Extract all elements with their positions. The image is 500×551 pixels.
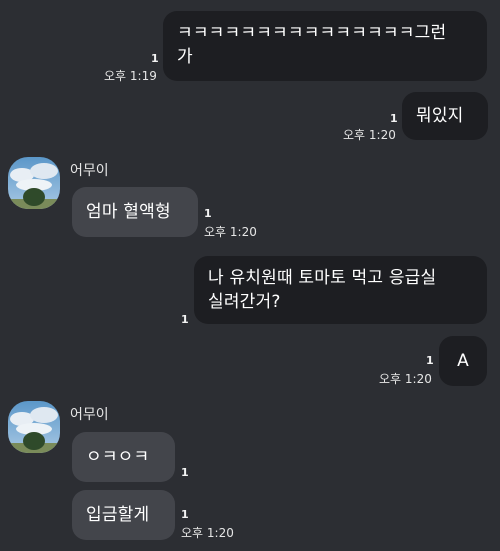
message-text: 가 — [177, 47, 193, 67]
message-time: 오후 1:20 — [379, 372, 432, 386]
message-time: 오후 1:19 — [104, 69, 157, 83]
avatar[interactable] — [8, 157, 60, 209]
unread-count: 1 — [426, 354, 434, 367]
unread-count: 1 — [390, 112, 398, 125]
message-text: 엄마 혈액형 — [86, 202, 171, 222]
unread-count: 1 — [181, 508, 189, 521]
unread-count: 1 — [181, 313, 189, 326]
message-time: 오후 1:20 — [181, 526, 234, 540]
message-bubble-sent[interactable]: A — [439, 336, 487, 386]
avatar-photo-icon — [8, 401, 60, 453]
message-time: 오후 1:20 — [204, 225, 257, 239]
message-text: 입금할게 — [86, 505, 150, 525]
sender-name: 어무이 — [70, 163, 109, 179]
message-text: ㅇㅋㅇㅋ — [86, 447, 150, 467]
message-time: 오후 1:20 — [343, 128, 396, 142]
message-text: 실려간거? — [208, 292, 281, 312]
message-text: A — [457, 351, 469, 371]
message-bubble-received[interactable]: 엄마 혈액형 — [72, 187, 198, 237]
unread-count: 1 — [181, 466, 189, 479]
message-bubble-sent[interactable]: 나 유치원때 토마토 먹고 응급실 실려간거? — [194, 256, 487, 324]
message-text: 나 유치원때 토마토 먹고 응급실 — [208, 268, 437, 288]
message-bubble-sent[interactable]: 뭐있지 — [402, 92, 488, 140]
avatar-photo-icon — [8, 157, 60, 209]
unread-count: 1 — [151, 52, 159, 65]
message-bubble-received[interactable]: ㅇㅋㅇㅋ — [72, 432, 175, 482]
sender-name: 어무이 — [70, 407, 109, 423]
message-text: 뭐있지 — [416, 106, 464, 126]
message-text: ㅋㅋㅋㅋㅋㅋㅋㅋㅋㅋㅋㅋㅋㅋㅋ그런 — [177, 23, 447, 43]
message-bubble-sent[interactable]: ㅋㅋㅋㅋㅋㅋㅋㅋㅋㅋㅋㅋㅋㅋㅋ그런 가 — [163, 11, 487, 81]
message-bubble-received[interactable]: 입금할게 — [72, 490, 175, 540]
avatar[interactable] — [8, 401, 60, 453]
unread-count: 1 — [204, 207, 212, 220]
